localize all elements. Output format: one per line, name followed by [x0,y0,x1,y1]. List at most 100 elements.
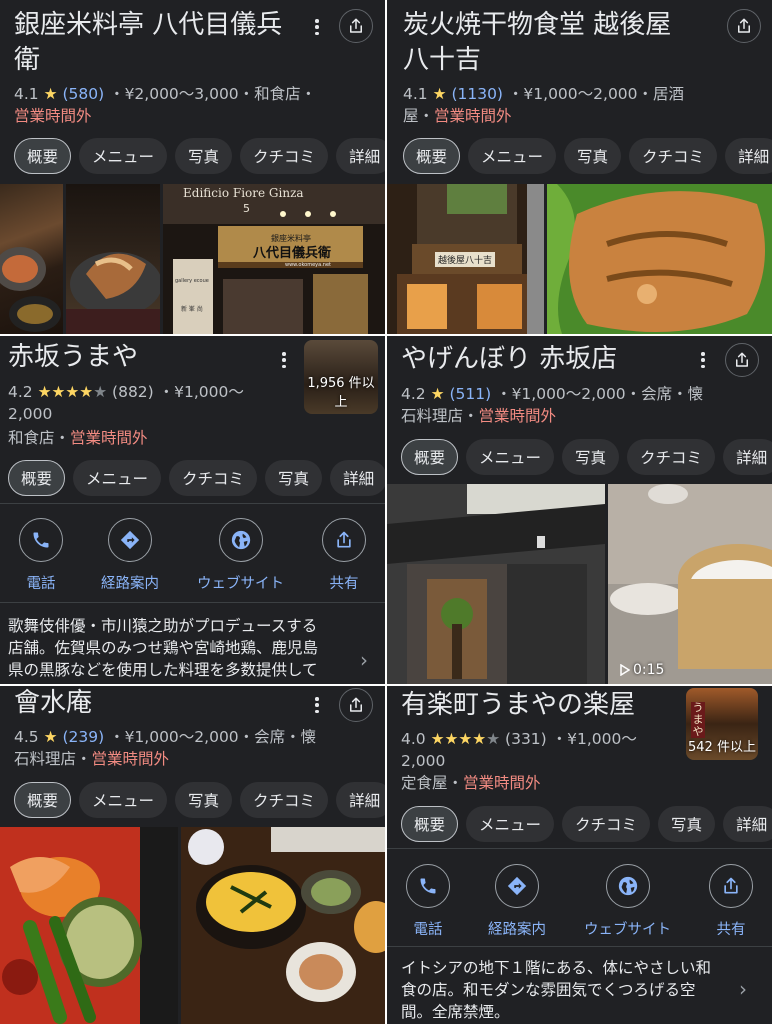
category-cont: 石料理店・ [401,407,479,425]
category: 和食店・ [8,429,71,447]
tab-reviews[interactable]: クチコミ [240,782,329,818]
share-action-button[interactable]: 共有 [709,864,753,939]
review-count[interactable]: (511) [449,385,491,403]
directions-button[interactable]: 経路案内 [101,518,159,593]
storefront-photo[interactable]: 越後屋八十吉 [387,184,544,334]
tab-details[interactable]: 詳細 [723,806,772,842]
tab-overview[interactable]: 概要 [403,138,461,174]
action-row: 電話 経路案内 ウェブサイト 共有 [387,864,772,939]
review-count[interactable]: (882) [112,383,154,401]
more-vert-icon[interactable] [700,350,706,370]
directions-button[interactable]: 経路案内 [488,864,546,939]
photo-count-label: 1,956 件以上 [307,376,375,410]
tab-reviews[interactable]: クチコミ [240,138,329,174]
website-button[interactable]: ウェブサイト [584,864,671,939]
tab-overview[interactable]: 概要 [8,460,66,496]
status-line: 屋・営業時間外 [403,105,512,127]
place-card-yagenbori[interactable]: やげんぼり 赤坂店 4.2 ★ (511) ・¥1,000〜2,000・会席・懐… [387,336,772,684]
storefront-photo[interactable] [387,484,605,684]
rice-tub-illustration [608,484,772,684]
place-card-kaisuian[interactable]: 會水庵 4.5 ★ (239) ・¥1,000〜2,000・会席・懐 石料理店・… [0,686,385,1024]
open-status: 営業時間外 [70,429,148,447]
tab-details[interactable]: 詳細 [330,460,385,496]
tab-reviews[interactable]: クチコミ [627,439,716,475]
place-card-akasaka-umaya[interactable]: 赤坂うまや 1,956 件以上 4.2 ★★★★★ (882) ・¥1,000〜… [0,336,385,684]
review-count[interactable]: (1130) [451,85,503,103]
tab-details[interactable]: 詳細 [723,439,772,475]
more-vert-icon[interactable] [314,17,320,37]
website-globe-icon [231,530,250,550]
star-icon: ★ [43,85,58,103]
review-count[interactable]: (239) [62,728,104,746]
category: 定食屋・ [401,774,464,792]
phone-icon [420,878,436,894]
tab-photos[interactable]: 写真 [658,806,716,842]
place-card-ginza-yashiro[interactable]: 銀座米料亭 八代目儀兵 衛 4.1 ★ (580) ・¥2,000〜3,000・… [0,0,385,334]
food-photo-2[interactable] [66,184,160,334]
rating-line: 4.1 ★ (1130) ・¥1,000〜2,000・居酒 [403,83,684,105]
tab-menu[interactable]: メニュー [79,138,168,174]
tab-reviews[interactable]: クチコミ [169,460,258,496]
food-photo[interactable] [547,184,772,334]
chip-row: 概要 メニュー 写真 クチコミ 詳細 [401,439,772,475]
tab-overview[interactable]: 概要 [14,138,72,174]
place-card-echigoya[interactable]: 炭火焼干物食堂 越後屋 八十吉 4.1 ★ (1130) ・¥1,000〜2,0… [387,0,772,334]
more-vert-icon[interactable] [281,350,287,370]
tab-overview[interactable]: 概要 [14,782,72,818]
divider [0,602,385,603]
food-photo-1[interactable] [0,184,63,334]
share-action-button[interactable]: 共有 [322,518,366,593]
share-icon [337,531,351,548]
description[interactable]: イトシアの地下１階にある、体にやさしい和 食の店。和モダンな雰囲気でくつろげる空… [401,957,741,1023]
call-button[interactable]: 電話 [19,518,63,593]
tab-menu[interactable]: メニュー [73,460,162,496]
tab-reviews[interactable]: クチコミ [629,138,718,174]
category-cont: 石料理店・ [14,750,92,768]
description[interactable]: 歌舞伎俳優・市川猿之助がプロデュースする 店舗。佐賀県のみつせ鶏や宮崎地鶏、鹿児… [8,615,358,681]
review-count[interactable]: (331) [505,730,547,748]
chevron-right-icon[interactable]: › [739,977,747,1001]
share-button[interactable] [339,688,373,722]
tab-overview[interactable]: 概要 [401,439,459,475]
tab-details[interactable]: 詳細 [336,782,385,818]
tab-menu[interactable]: メニュー [468,138,557,174]
tab-menu[interactable]: メニュー [466,439,555,475]
chevron-right-icon[interactable]: › [360,648,368,672]
phone-icon [33,532,49,548]
food-photo-1[interactable] [0,827,178,1024]
tab-photos[interactable]: 写真 [562,439,620,475]
website-button[interactable]: ウェブサイト [197,518,284,593]
photo-thumbnail[interactable]: うまや 542 件以上 [686,688,758,760]
star-icon: ★ [432,85,447,103]
tab-menu[interactable]: メニュー [79,782,168,818]
share-label: 共有 [716,922,746,938]
tab-photos[interactable]: 写真 [175,782,233,818]
tab-photos[interactable]: 写真 [265,460,323,496]
tab-photos[interactable]: 写真 [564,138,622,174]
photo-thumbnail[interactable]: 1,956 件以上 [304,340,378,414]
place-card-yurakucho-umaya[interactable]: 有楽町うまやの楽屋 うまや 542 件以上 4.0 ★★★★★ (331) ・¥… [387,686,772,1024]
tab-photos[interactable]: 写真 [175,138,233,174]
divider [0,503,385,504]
divider [387,946,772,947]
place-name: 炭火焼干物食堂 越後屋 八十吉 [403,10,672,75]
tab-details[interactable]: 詳細 [336,138,385,174]
directions-icon [507,876,527,896]
tab-menu[interactable]: メニュー [466,806,555,842]
open-status: 営業時間外 [14,107,92,125]
share-button[interactable] [339,9,373,43]
vegetable-dish-illustration [0,827,178,1024]
fish-illustration [66,252,160,334]
food-photo-2[interactable] [181,827,385,1024]
share-button[interactable] [727,9,761,43]
food-video[interactable]: 0:15 [608,484,772,684]
call-button[interactable]: 電話 [406,864,450,939]
tab-details[interactable]: 詳細 [725,138,772,174]
more-vert-icon[interactable] [314,695,320,715]
storefront-photo[interactable]: Edificio Fiore Ginza 5 銀座米料亭 八代目儀兵衛 www.… [163,184,385,334]
tab-overview[interactable]: 概要 [401,806,459,842]
share-button[interactable] [725,343,759,377]
review-count[interactable]: (580) [62,85,104,103]
share-label: 共有 [329,576,359,592]
tab-reviews[interactable]: クチコミ [562,806,651,842]
